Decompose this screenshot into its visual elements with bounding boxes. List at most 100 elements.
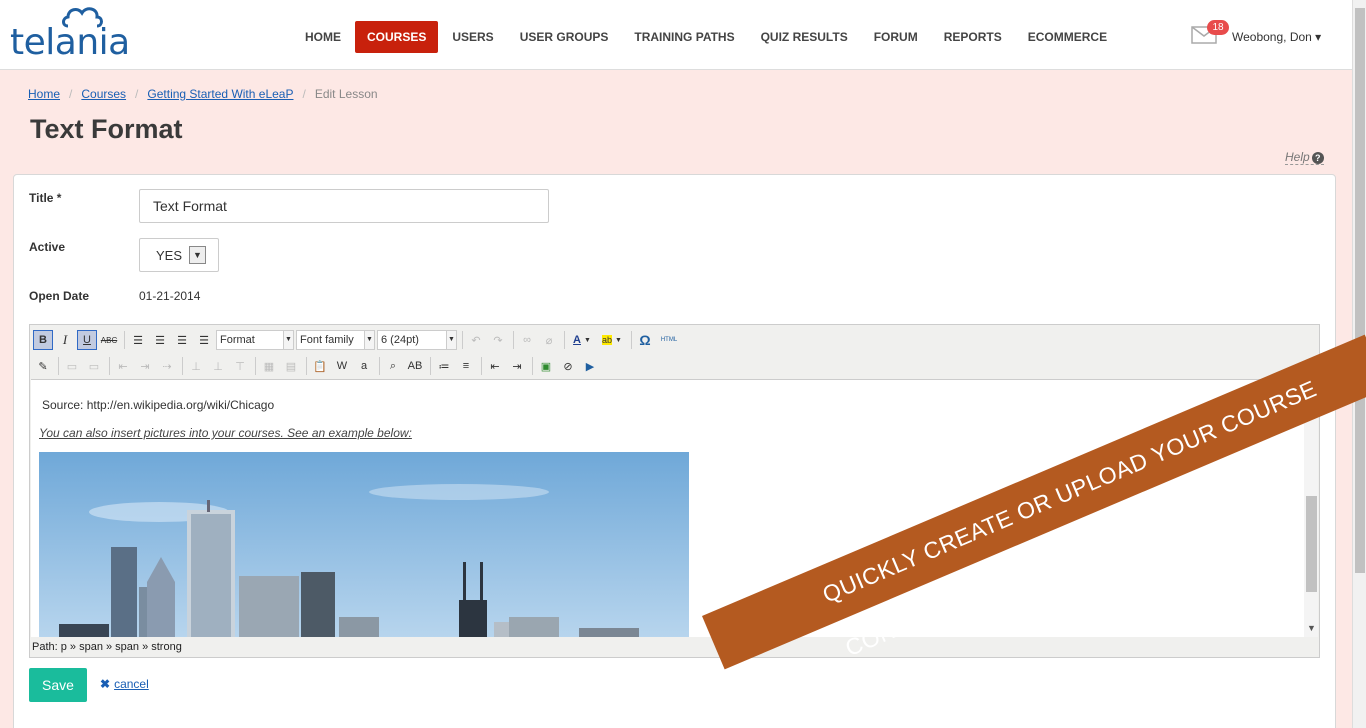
chevron-down-icon: ▼: [283, 331, 293, 349]
nav-training-paths[interactable]: TRAINING PATHS: [622, 21, 746, 53]
nav-ecommerce[interactable]: ECOMMERCE: [1016, 21, 1119, 53]
active-select[interactable]: YES ▼: [139, 238, 219, 272]
cancel-label: cancel: [114, 677, 149, 691]
paste-icon[interactable]: 📋: [310, 356, 330, 376]
breadcrumb-separator: /: [69, 87, 73, 101]
page-scrollbar-thumb[interactable]: [1355, 8, 1365, 573]
delete-col-icon[interactable]: ⊤: [230, 356, 250, 376]
editor-scrollbar-thumb[interactable]: [1306, 496, 1317, 592]
toolbar-separator: [430, 357, 431, 375]
top-bar: telania HOME COURSES USERS USER GROUPS T…: [0, 0, 1352, 70]
toolbar-separator: [109, 357, 110, 375]
edit-icon[interactable]: ✎: [33, 356, 53, 376]
font-size-dropdown[interactable]: 6 (24pt) ▼: [377, 330, 457, 350]
delete-row-icon[interactable]: ⇢: [157, 356, 177, 376]
editor-content-area[interactable]: Source: http://en.wikipedia.org/wiki/Chi…: [31, 379, 1318, 637]
chicago-skyline-image[interactable]: [39, 452, 689, 637]
breadcrumb-courses[interactable]: Courses: [81, 87, 126, 101]
nav-reports[interactable]: REPORTS: [932, 21, 1014, 53]
strikethrough-button[interactable]: ABC: [99, 330, 119, 350]
open-date-label: Open Date: [29, 289, 90, 303]
breadcrumb-current: Edit Lesson: [314, 87, 378, 101]
toolbar-separator: [124, 331, 125, 349]
nav-forum[interactable]: FORUM: [862, 21, 930, 53]
question-icon: ?: [1311, 152, 1324, 164]
paste-word-icon[interactable]: W: [332, 356, 352, 376]
insert-row-before-icon[interactable]: ⇤: [113, 356, 133, 376]
bold-button[interactable]: B: [33, 330, 53, 350]
text-color-icon[interactable]: A ▼: [568, 330, 596, 350]
save-button[interactable]: Save: [29, 668, 87, 702]
flash-icon[interactable]: ⊘: [558, 356, 578, 376]
toolbar-separator: [462, 331, 463, 349]
cell-props-icon[interactable]: ▭: [84, 356, 104, 376]
link-icon[interactable]: ∞: [517, 330, 537, 350]
chevron-down-icon: ▼: [364, 331, 374, 349]
insert-col-after-icon[interactable]: ⊥: [208, 356, 228, 376]
toolbar-separator: [532, 357, 533, 375]
source-line: Source: http://en.wikipedia.org/wiki/Chi…: [42, 398, 275, 412]
format-dropdown-label: Format: [220, 334, 255, 346]
bullet-list-icon[interactable]: ≔: [434, 356, 454, 376]
breadcrumb-home[interactable]: Home: [28, 87, 60, 101]
breadcrumb-separator: /: [135, 87, 139, 101]
special-character-icon[interactable]: Ω: [635, 330, 655, 350]
user-menu[interactable]: Weobong, Don ▾: [1232, 30, 1321, 44]
title-label: Title *: [29, 191, 62, 205]
editor-status-path: Path: p » span » span » strong: [32, 641, 182, 653]
nav-courses[interactable]: COURSES: [355, 21, 439, 53]
toolbar-separator: [255, 357, 256, 375]
nav-home[interactable]: HOME: [293, 21, 353, 53]
nav-quiz-results[interactable]: QUIZ RESULTS: [749, 21, 860, 53]
scroll-down-icon[interactable]: ▼: [1307, 623, 1316, 633]
toolbar-separator: [58, 357, 59, 375]
merge-cells-icon[interactable]: ▤: [281, 356, 301, 376]
toolbar-separator: [306, 357, 307, 375]
align-left-icon[interactable]: ☰: [128, 330, 148, 350]
media-play-icon[interactable]: ▶: [580, 356, 600, 376]
image-icon[interactable]: ▣: [536, 356, 556, 376]
replace-icon[interactable]: AB: [405, 356, 425, 376]
chevron-down-icon: ▼: [446, 331, 456, 349]
help-label: Help: [1285, 150, 1310, 164]
outdent-icon[interactable]: ⇤: [485, 356, 505, 376]
telania-logo[interactable]: telania: [10, 4, 140, 64]
toolbar-separator: [513, 331, 514, 349]
find-icon[interactable]: ⌕: [383, 356, 403, 376]
html-source-button[interactable]: HTML: [657, 330, 681, 350]
undo-icon[interactable]: ↶: [466, 330, 486, 350]
align-right-icon[interactable]: ☰: [172, 330, 192, 350]
nav-users[interactable]: USERS: [440, 21, 505, 53]
font-family-dropdown[interactable]: Font family ▼: [296, 330, 375, 350]
insert-row-after-icon[interactable]: ⇥: [135, 356, 155, 376]
active-select-value: YES: [156, 248, 183, 263]
unlink-icon[interactable]: ⌀: [539, 330, 559, 350]
split-cells-icon[interactable]: ▦: [259, 356, 279, 376]
toolbar-separator: [564, 331, 565, 349]
chevron-down-icon[interactable]: ▼: [189, 246, 206, 264]
numbered-list-icon[interactable]: ≡: [456, 356, 476, 376]
breadcrumb-course[interactable]: Getting Started With eLeaP: [147, 87, 293, 101]
paste-text-icon[interactable]: a: [354, 356, 374, 376]
toolbar-separator: [379, 357, 380, 375]
insert-pictures-text: You can also insert pictures into your c…: [39, 426, 412, 440]
active-label: Active: [29, 240, 66, 254]
redo-icon[interactable]: ↷: [488, 330, 508, 350]
align-justify-icon[interactable]: ☰: [194, 330, 214, 350]
breadcrumb-separator: /: [302, 87, 306, 101]
help-link[interactable]: Help?: [1285, 150, 1324, 165]
align-center-icon[interactable]: ☰: [150, 330, 170, 350]
nav-user-groups[interactable]: USER GROUPS: [508, 21, 621, 53]
row-props-icon[interactable]: ▭: [62, 356, 82, 376]
insert-col-before-icon[interactable]: ⊥: [186, 356, 206, 376]
italic-button[interactable]: I: [55, 330, 75, 350]
open-date-value: 01-21-2014: [139, 289, 201, 303]
indent-icon[interactable]: ⇥: [507, 356, 527, 376]
editor-toolbar-row-1: B I U ABC ☰ ☰ ☰ ☰ Format ▼ Font family ▼ 6…: [33, 329, 683, 351]
cancel-link[interactable]: ✖ cancel: [100, 677, 149, 691]
highlight-color-icon[interactable]: ab ▼: [598, 330, 626, 350]
format-dropdown[interactable]: Format ▼: [216, 330, 294, 350]
title-input[interactable]: [139, 189, 549, 223]
toolbar-separator: [182, 357, 183, 375]
underline-button[interactable]: U: [77, 330, 97, 350]
